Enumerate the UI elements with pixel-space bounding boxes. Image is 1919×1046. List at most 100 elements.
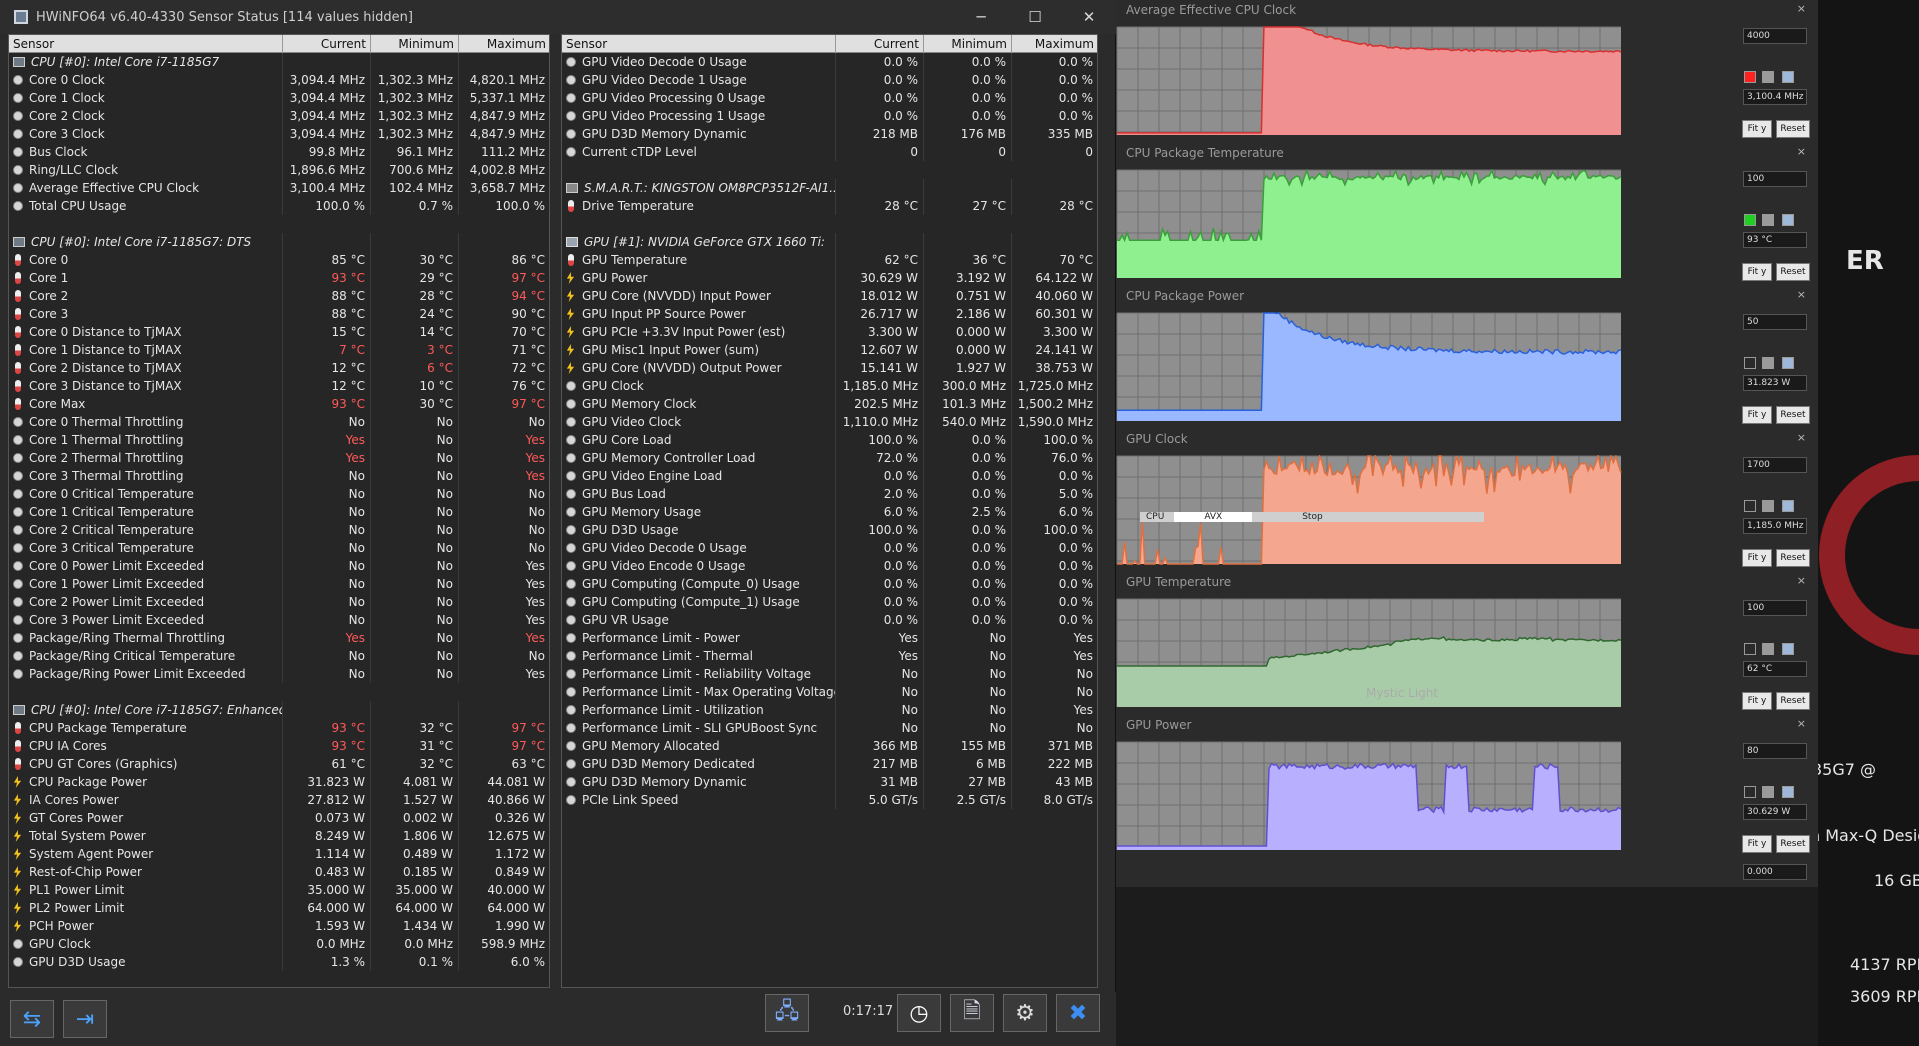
sensor-row[interactable]: PCIe Link Speed 5.0 GT/s 2.5 GT/s 8.0 GT/s	[562, 791, 1097, 809]
graph-close-button[interactable]: ×	[1797, 145, 1806, 158]
color-swatch[interactable]	[1782, 786, 1794, 798]
color-swatch[interactable]	[1762, 71, 1774, 83]
sensor-row[interactable]: Bus Clock 99.8 MHz 96.1 MHz 111.2 MHz	[9, 143, 549, 161]
arrows-collapse-icon[interactable]: ⇥	[63, 1000, 107, 1038]
header-current[interactable]: Current	[283, 35, 371, 53]
color-swatch[interactable]	[1782, 71, 1794, 83]
graph-close-button[interactable]: ×	[1797, 288, 1806, 301]
color-swatch[interactable]	[1744, 71, 1756, 83]
sensor-row[interactable]: Core 2 Clock 3,094.4 MHz 1,302.3 MHz 4,847.…	[9, 107, 549, 125]
sensor-row[interactable]: Performance Limit - Power Yes No Yes	[562, 629, 1097, 647]
sensor-row[interactable]: Core 1 Thermal Throttling Yes No Yes	[9, 431, 549, 449]
reset-button[interactable]: Reset	[1776, 835, 1810, 853]
header-current[interactable]: Current	[836, 35, 924, 53]
sensor-row[interactable]: Core 1 Clock 3,094.4 MHz 1,302.3 MHz 5,337.…	[9, 89, 549, 107]
sensor-row[interactable]: Core 0 85 °C 30 °C 86 °C	[9, 251, 549, 269]
sensor-row[interactable]: IA Cores Power 27.812 W 1.527 W 40.866 W	[9, 791, 549, 809]
color-swatch[interactable]	[1744, 643, 1756, 655]
sensor-row[interactable]: GPU Video Clock 1,110.0 MHz 540.0 MHz 1,590…	[562, 413, 1097, 431]
graph-close-button[interactable]: ×	[1797, 717, 1806, 730]
sensor-row[interactable]: Core 0 Power Limit Exceeded No No Yes	[9, 557, 549, 575]
sensor-row[interactable]: Core 3 88 °C 24 °C 90 °C	[9, 305, 549, 323]
sensor-row[interactable]: Core 1 Power Limit Exceeded No No Yes	[9, 575, 549, 593]
graph-max-field[interactable]: 50	[1743, 314, 1807, 330]
sensor-row[interactable]: Rest-of-Chip Power 0.483 W 0.185 W 0.849 W	[9, 863, 549, 881]
close-button[interactable]: ✕	[1062, 8, 1116, 26]
graph-close-button[interactable]: ×	[1797, 2, 1806, 15]
sensor-row[interactable]: CPU GT Cores (Graphics) 61 °C 32 °C 63 °C	[9, 755, 549, 773]
reset-button[interactable]: Reset	[1776, 406, 1810, 424]
sensor-row[interactable]: GPU Memory Usage 6.0 % 2.5 % 6.0 %	[562, 503, 1097, 521]
header-sensor[interactable]: Sensor	[562, 35, 836, 53]
header-maximum[interactable]: Maximum	[1012, 35, 1097, 53]
color-swatch[interactable]	[1782, 500, 1794, 512]
sensor-row[interactable]: Drive Temperature 28 °C 27 °C 28 °C	[562, 197, 1097, 215]
graph-close-button[interactable]: ×	[1797, 574, 1806, 587]
graph-max-field[interactable]: 100	[1743, 600, 1807, 616]
sensor-row[interactable]: GPU Computing (Compute_0) Usage 0.0 % 0.0 …	[562, 575, 1097, 593]
sensor-row[interactable]: GPU VR Usage 0.0 % 0.0 % 0.0 %	[562, 611, 1097, 629]
reset-button[interactable]: Reset	[1776, 692, 1810, 710]
fit-y-button[interactable]: Fit y	[1742, 120, 1772, 138]
sensor-row[interactable]: GPU Clock 1,185.0 MHz 300.0 MHz 1,725.0 MHz	[562, 377, 1097, 395]
color-swatch[interactable]	[1762, 357, 1774, 369]
sensor-row[interactable]: Package/Ring Thermal Throttling Yes No Yes	[9, 629, 549, 647]
sensor-row[interactable]: GPU Power 30.629 W 3.192 W 64.122 W	[562, 269, 1097, 287]
sensor-row[interactable]: System Agent Power 1.114 W 0.489 W 1.172 W	[9, 845, 549, 863]
sensor-row[interactable]: GPU PCIe +3.3V Input Power (est) 3.300 W0…	[562, 323, 1097, 341]
header-sensor[interactable]: Sensor	[9, 35, 283, 53]
sensor-row[interactable]: Total CPU Usage 100.0 % 0.7 % 100.0 %	[9, 197, 549, 215]
sensor-row[interactable]: GPU Memory Allocated 366 MB 155 MB 371 MB	[562, 737, 1097, 755]
sensor-row[interactable]: GPU Clock 0.0 MHz 0.0 MHz 598.9 MHz	[9, 935, 549, 953]
maximize-button[interactable]: ☐	[1008, 8, 1062, 26]
fit-y-button[interactable]: Fit y	[1742, 406, 1772, 424]
sensor-row[interactable]: Core 3 Power Limit Exceeded No No Yes	[9, 611, 549, 629]
sensor-row[interactable]: GPU Video Decode 0 Usage 0.0 % 0.0 % 0.0 %	[562, 53, 1097, 71]
sensor-row[interactable]: PL1 Power Limit 35.000 W 35.000 W 40.000 W	[9, 881, 549, 899]
sensor-row[interactable]: GPU Video Processing 0 Usage 0.0 % 0.0 % 0.…	[562, 89, 1097, 107]
close-x-icon[interactable]: ✖	[1056, 994, 1100, 1032]
sensor-row[interactable]: Performance Limit - Utilization No No Yes	[562, 701, 1097, 719]
sensor-row[interactable]: Core 2 Power Limit Exceeded No No Yes	[9, 593, 549, 611]
graph-close-button[interactable]: ×	[1797, 431, 1806, 444]
color-swatch[interactable]	[1762, 786, 1774, 798]
sensor-row[interactable]: GT Cores Power 0.073 W 0.002 W 0.326 W	[9, 809, 549, 827]
fit-y-button[interactable]: Fit y	[1742, 692, 1772, 710]
minimize-button[interactable]: ─	[954, 8, 1008, 26]
reset-button[interactable]: Reset	[1776, 263, 1810, 281]
graph-max-field[interactable]: 80	[1743, 743, 1807, 759]
sensor-row[interactable]: Core 3 Thermal Throttling No No Yes	[9, 467, 549, 485]
sensor-row[interactable]: Core 2 Thermal Throttling Yes No Yes	[9, 449, 549, 467]
graph-max-field[interactable]: 1700	[1743, 457, 1807, 473]
sensor-row[interactable]: Core 0 Thermal Throttling No No No	[9, 413, 549, 431]
sensor-row[interactable]: Performance Limit - Thermal Yes No Yes	[562, 647, 1097, 665]
sensor-row[interactable]: Package/Ring Power Limit Exceeded No No Yes	[9, 665, 549, 683]
sensor-row[interactable]: Core Max 93 °C 30 °C 97 °C	[9, 395, 549, 413]
sensor-row[interactable]: Performance Limit - SLI GPUBoost Sync No N…	[562, 719, 1097, 737]
sensor-row[interactable]: GPU D3D Memory Dynamic 31 MB 27 MB 43 MB	[562, 773, 1097, 791]
sensor-group-row[interactable]: CPU [#0]: Intel Core i7-1185G7	[9, 53, 549, 71]
sensor-row[interactable]: Core 2 88 °C 28 °C 94 °C	[9, 287, 549, 305]
color-swatch[interactable]	[1782, 214, 1794, 226]
sensor-row[interactable]: Performance Limit - Max Operating Voltag…	[562, 683, 1097, 701]
sensor-row[interactable]: Core 1 Critical Temperature No No No	[9, 503, 549, 521]
sensor-row[interactable]: GPU Video Decode 1 Usage 0.0 % 0.0 % 0.0 %	[562, 71, 1097, 89]
header-maximum[interactable]: Maximum	[459, 35, 549, 53]
sensor-row[interactable]: Core 3 Clock 3,094.4 MHz 1,302.3 MHz 4,847.…	[9, 125, 549, 143]
fit-y-button[interactable]: Fit y	[1742, 549, 1772, 567]
sensor-row[interactable]: GPU Video Encode 0 Usage 0.0 % 0.0 % 0.0 %	[562, 557, 1097, 575]
sensor-row[interactable]: Average Effective CPU Clock 3,100.4 MHz 10…	[9, 179, 549, 197]
clock-icon[interactable]: ◷	[897, 994, 941, 1032]
sensor-row[interactable]: Performance Limit - Reliability Voltage N…	[562, 665, 1097, 683]
fit-y-button[interactable]: Fit y	[1742, 835, 1772, 853]
sensor-panel-left[interactable]: Sensor Current Minimum Maximum CPU [#0]:…	[8, 34, 550, 988]
reset-button[interactable]: Reset	[1776, 120, 1810, 138]
report-icon[interactable]: 🗎	[950, 994, 994, 1032]
color-swatch[interactable]	[1744, 500, 1756, 512]
sensor-group-row[interactable]: S.M.A.R.T.: KINGSTON OM8PCP3512F-AI1...	[562, 179, 1097, 197]
color-swatch[interactable]	[1744, 357, 1756, 369]
sensor-row[interactable]: GPU Computing (Compute_1) Usage 0.0 % 0.0 …	[562, 593, 1097, 611]
sensor-row[interactable]: Package/Ring Critical Temperature No No No	[9, 647, 549, 665]
graph-max-field[interactable]: 4000	[1743, 28, 1807, 44]
sensor-row[interactable]: GPU Core (NVVDD) Input Power 18.012 W 0.75…	[562, 287, 1097, 305]
